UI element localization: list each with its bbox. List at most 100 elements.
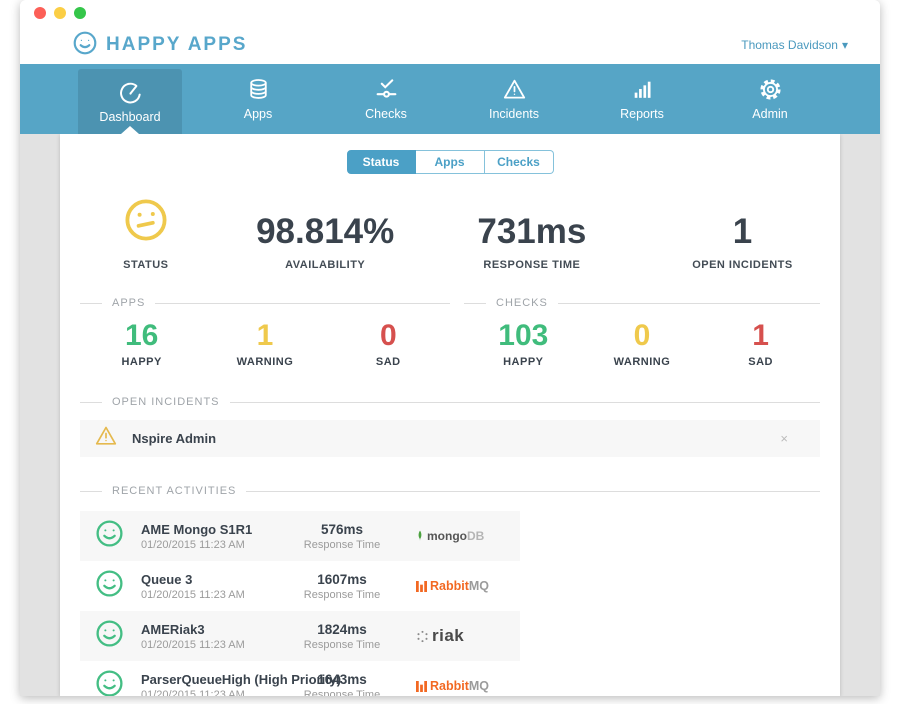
count-label: SAD (376, 356, 401, 368)
view-tabs: Status Apps Checks (60, 150, 840, 174)
checks-warning-count: 0 WARNING (583, 319, 702, 368)
apps-sad-count: 0 SAD (327, 319, 450, 368)
incident-row[interactable]: Nspire Admin × (80, 420, 820, 457)
rabbitmq-logo: RabbitMQ (406, 677, 510, 695)
happy-face-icon (94, 568, 125, 604)
database-icon (246, 77, 271, 102)
titlebar (20, 0, 880, 26)
warning-triangle-icon (94, 424, 118, 453)
logo-text: riak (432, 626, 464, 646)
nav-label: Incidents (489, 107, 539, 121)
open-incidents-value: 1 (733, 213, 752, 252)
zoom-window-button[interactable] (74, 7, 86, 19)
recent-activities-header: RECENT ACTIVITIES (80, 485, 820, 497)
nav-label: Reports (620, 107, 664, 121)
summary-stats: STATUS 98.814% AVAILABILITY 731ms RESPON… (60, 196, 840, 271)
nav-item-incidents[interactable]: Incidents (462, 64, 566, 134)
nav-item-reports[interactable]: Reports (590, 64, 694, 134)
activity-timestamp: 01/20/2015 11:23 AM (141, 689, 278, 697)
stat-label: RESPONSE TIME (483, 259, 580, 271)
incident-name: Nspire Admin (132, 431, 766, 446)
checks-sad-count: 1 SAD (701, 319, 820, 368)
user-name: Thomas Davidson (741, 38, 838, 52)
activity-name: AMERiak3 (141, 622, 278, 637)
gear-icon (758, 77, 783, 102)
close-icon[interactable]: × (780, 431, 806, 446)
tab-apps[interactable]: Apps (416, 150, 485, 174)
activity-response-label: Response Time (294, 539, 390, 551)
section-title: OPEN INCIDENTS (112, 396, 220, 408)
activity-response-value: 1643ms (294, 672, 390, 687)
user-menu[interactable]: Thomas Davidson ▾ (741, 38, 848, 52)
apps-section-header: APPS (80, 297, 450, 309)
activity-response-label: Response Time (294, 639, 390, 651)
count-value: 103 (498, 319, 548, 352)
happy-face-icon (94, 668, 125, 696)
activity-timestamp: 01/20/2015 11:23 AM (141, 589, 278, 601)
nav-item-checks[interactable]: Checks (334, 64, 438, 134)
count-label: HAPPY (121, 356, 161, 368)
smiley-logo-icon (72, 30, 98, 61)
activity-name: Queue 3 (141, 572, 278, 587)
stat-availability: 98.814% AVAILABILITY (232, 213, 419, 272)
count-label: WARNING (614, 356, 671, 368)
app-window: HAPPY APPS Thomas Davidson ▾ Dashboard (20, 0, 880, 696)
riak-logo: riak (406, 626, 510, 646)
activity-response-label: Response Time (294, 689, 390, 697)
activity-name: ParserQueueHigh (High Priority) (141, 672, 278, 687)
section-title: CHECKS (496, 297, 548, 309)
riak-starburst-icon (416, 630, 429, 643)
stat-label: STATUS (123, 259, 168, 271)
activity-timestamp: 01/20/2015 11:23 AM (141, 539, 278, 551)
nav-item-admin[interactable]: Admin (718, 64, 822, 134)
nav-item-apps[interactable]: Apps (206, 64, 310, 134)
count-value: 0 (634, 319, 651, 352)
tab-status[interactable]: Status (347, 150, 416, 174)
neutral-face-icon (122, 196, 170, 249)
dashboard-card: Status Apps Checks STATUS (60, 134, 840, 696)
recent-activities-section: RECENT ACTIVITIES (60, 485, 840, 497)
count-value: 1 (257, 319, 274, 352)
brand-name: HAPPY APPS (106, 34, 247, 56)
count-label: WARNING (237, 356, 294, 368)
close-window-button[interactable] (34, 7, 46, 19)
logo-text: DB (467, 529, 484, 543)
tab-checks[interactable]: Checks (485, 150, 554, 174)
warning-triangle-icon (502, 77, 527, 102)
logo-text: MQ (469, 579, 489, 593)
stat-response-time: 731ms RESPONSE TIME (419, 213, 645, 272)
open-incidents-header: OPEN INCIDENTS (80, 396, 820, 408)
apps-counters: APPS 16 HAPPY 1 WARNING 0 SAD (80, 297, 450, 368)
section-title: RECENT ACTIVITIES (112, 485, 236, 497)
stat-status: STATUS (60, 196, 232, 271)
nav-label: Admin (752, 107, 787, 121)
brand-logo[interactable]: HAPPY APPS (72, 30, 247, 61)
activity-row[interactable]: ParserQueueHigh (High Priority) 01/20/20… (80, 661, 520, 696)
section-title: APPS (112, 297, 145, 309)
page-background: Status Apps Checks STATUS (20, 134, 880, 696)
count-label: HAPPY (503, 356, 543, 368)
minimize-window-button[interactable] (54, 7, 66, 19)
caret-down-icon: ▾ (842, 38, 848, 52)
activity-response-value: 576ms (294, 522, 390, 537)
activity-response-value: 1607ms (294, 572, 390, 587)
activity-row[interactable]: AME Mongo S1R1 01/20/2015 11:23 AM 576ms… (80, 511, 520, 561)
checks-section-header: CHECKS (464, 297, 820, 309)
open-incidents-section: OPEN INCIDENTS Nspire Admin × (60, 396, 840, 457)
activity-response-label: Response Time (294, 589, 390, 601)
count-value: 1 (752, 319, 769, 352)
checks-happy-count: 103 HAPPY (464, 319, 583, 368)
activity-row[interactable]: Queue 3 01/20/2015 11:23 AM 1607ms Respo… (80, 561, 520, 611)
logo-text: mongo (427, 529, 467, 543)
gauge-icon (118, 80, 143, 105)
stat-label: AVAILABILITY (285, 259, 365, 271)
logo-text: MQ (469, 679, 489, 693)
activity-timestamp: 01/20/2015 11:23 AM (141, 639, 278, 651)
checks-counters: CHECKS 103 HAPPY 0 WARNING 1 (450, 297, 820, 368)
activity-row[interactable]: AMERiak3 01/20/2015 11:23 AM 1824ms Resp… (80, 611, 520, 661)
activity-response-value: 1824ms (294, 622, 390, 637)
nav-item-dashboard[interactable]: Dashboard (78, 69, 182, 134)
bar-chart-icon (630, 77, 655, 102)
mongodb-leaf-icon (416, 529, 424, 543)
logo-text: Rabbit (430, 679, 469, 693)
